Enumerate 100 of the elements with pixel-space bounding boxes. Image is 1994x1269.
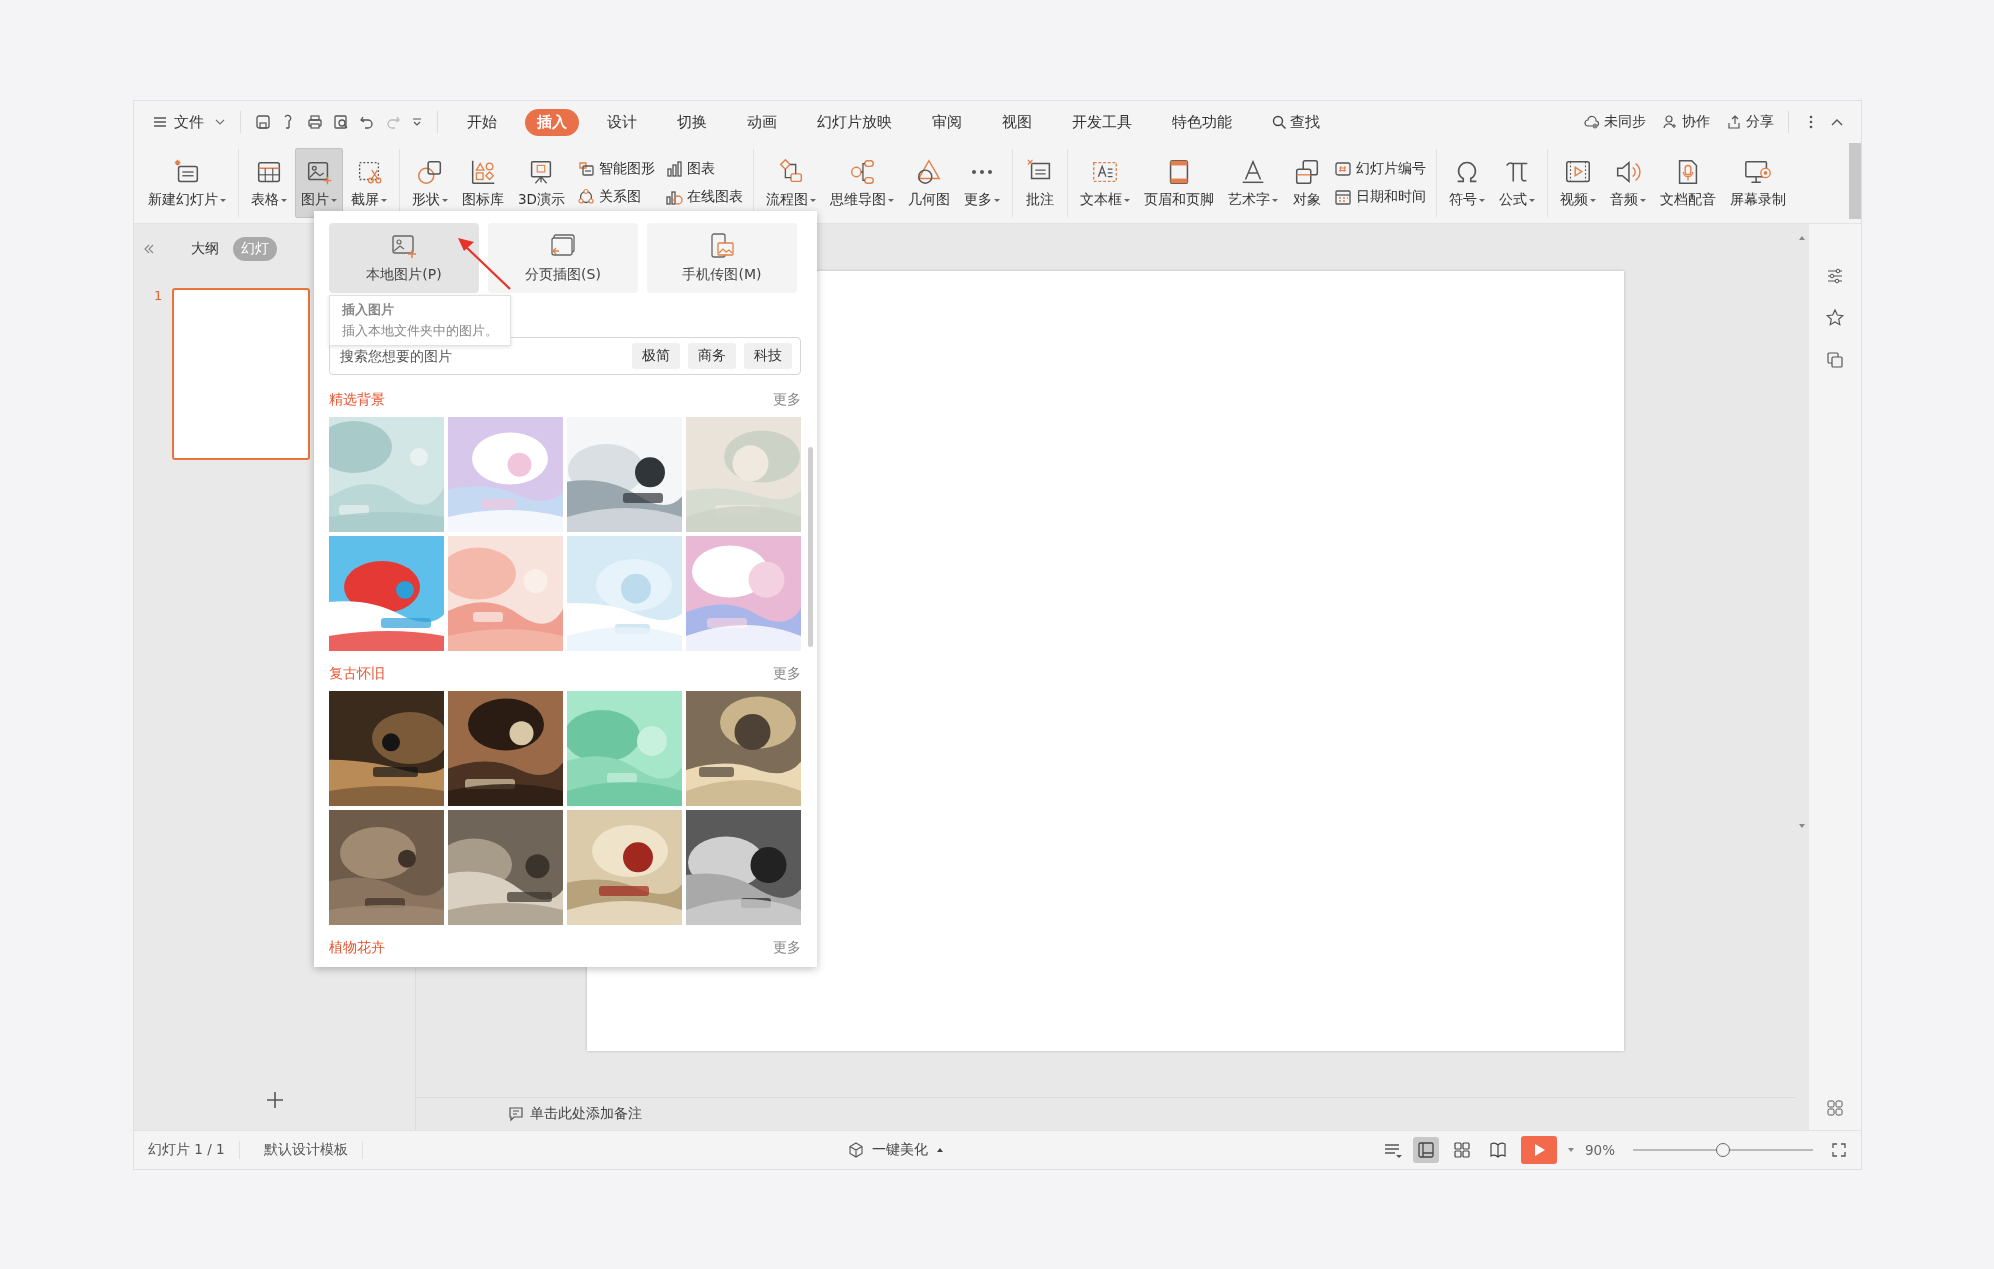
menu-tab[interactable]: 审阅 [920,108,974,136]
ribbon-button[interactable]: 新建幻灯片 [142,148,232,218]
search-button[interactable]: 查找 [1271,112,1320,132]
more-link[interactable]: 更多 [773,391,801,409]
play-button[interactable] [1521,1136,1557,1164]
file-menu[interactable]: 文件 [174,112,204,132]
menu-icon[interactable] [152,114,168,130]
share-button[interactable]: 分享 [1726,113,1774,131]
scroll-down-icon[interactable] [1798,822,1806,830]
bar-chart-icon [665,160,683,178]
ribbon-button[interactable]: 文本框 [1074,148,1136,218]
more-link[interactable]: 更多 [773,665,801,683]
beautify-button[interactable]: 一键美化 [848,1141,945,1159]
slide-number: 1 [154,288,163,303]
ribbon-button[interactable]: 对象 [1286,148,1328,218]
search-tag[interactable]: 商务 [688,343,736,369]
ribbon-button[interactable]: 符号 [1443,148,1491,218]
menu-tab[interactable]: 动画 [735,108,789,136]
sync-button[interactable]: 未同步 [1584,113,1646,131]
star-icon[interactable] [1825,308,1845,328]
search-icon [1271,114,1287,130]
zoom-level[interactable]: 90% [1585,1142,1615,1158]
normal-view-icon [1417,1141,1435,1159]
picture-option[interactable]: 手机传图(M) [647,223,797,293]
caret-icon[interactable] [1567,1146,1575,1154]
menu-tab[interactable]: 设计 [595,108,649,136]
ribbon-button[interactable]: 在线图表 [665,188,743,206]
settings-sliders-icon[interactable] [1825,266,1845,286]
ribbon-button[interactable]: 智能图形 [577,160,655,178]
ribbon-button[interactable]: 页眉和页脚 [1138,148,1220,218]
add-user-icon [1662,114,1678,130]
more-link[interactable]: 更多 [773,939,801,957]
ribbon-button[interactable]: 公式 [1493,148,1541,218]
ribbon-button[interactable]: 视频 [1554,148,1602,218]
grid-view-icon [1453,1141,1471,1159]
cube-icon [848,1142,865,1158]
search-tag[interactable]: 极简 [632,343,680,369]
ribbon-button[interactable]: 批注 [1019,148,1061,218]
add-slide-icon[interactable] [264,1090,285,1110]
share-icon [1726,114,1742,130]
ribbon-button[interactable]: 屏幕录制 [1724,148,1792,218]
ribbon-button[interactable]: 幻灯片编号 [1334,160,1426,178]
section-title: 精选背景 [329,391,385,409]
picture-search-field[interactable]: 搜索您想要的图片 极简 商务 科技 [329,337,801,375]
cycle-icon [577,188,595,206]
picture-option[interactable]: 本地图片(P) [329,223,479,293]
grid-icon[interactable] [1825,1098,1845,1118]
menu-tab[interactable]: 开发工具 [1060,108,1144,136]
search-tag[interactable]: 科技 [744,343,792,369]
menu-tab[interactable]: 切换 [665,108,719,136]
section-title: 复古怀旧 [329,665,385,683]
more-icon [971,169,993,175]
print-preview-icon[interactable] [333,114,349,130]
fit-window-icon[interactable] [1831,1142,1847,1158]
ribbon-button[interactable]: 文档配音 [1654,148,1722,218]
tooltip-text: 插入本地文件夹中的图片。 [342,322,498,340]
notes-placeholder[interactable]: 单击此处添加备注 [530,1105,642,1123]
normal-view-button[interactable] [1413,1137,1439,1163]
ribbon-button[interactable]: 音频 [1604,148,1652,218]
image-add-icon [390,232,418,260]
collaborate-button[interactable]: 协作 [1662,113,1710,131]
ribbon-button[interactable]: 图片 [295,148,343,218]
slide-thumbnail[interactable] [172,288,311,460]
menu-tab[interactable]: 特色功能 [1160,108,1244,136]
ribbon-button[interactable]: 日期和时间 [1334,188,1426,206]
menu-tab[interactable]: 幻灯片放映 [805,108,904,136]
ribbon-button[interactable]: 图表 [665,160,743,178]
section-title: 植物花卉 [329,939,385,957]
book-icon [1489,1141,1507,1159]
picture-option[interactable]: 分页插图(S) [488,223,638,293]
caret-icon [936,1146,945,1154]
print-icon[interactable] [307,114,323,130]
copy-icon[interactable] [1825,350,1845,370]
slide-counter: 幻灯片 1 / 1 [134,1141,240,1159]
ribbon-button[interactable]: 更多 [958,148,1006,218]
cloud-icon [1584,114,1600,130]
ribbon-button[interactable]: 思维导图 [824,148,900,218]
customize-icon[interactable] [411,116,423,128]
ribbon-button[interactable]: 图标库 [456,148,510,218]
smart-shape-icon [577,160,595,178]
calendar-icon [1334,188,1352,206]
ribbon-button[interactable]: 艺术字 [1222,148,1284,218]
menu-tab[interactable]: 开始 [455,108,509,136]
undo-icon[interactable] [359,114,375,130]
ribbon-button[interactable]: 表格 [245,148,293,218]
collapse-panel-icon[interactable] [143,243,155,255]
tooltip-title: 插入图片 [342,301,395,319]
online-chart-icon [665,188,683,206]
template-name[interactable]: 默认设计模板 [249,1141,363,1159]
ribbon-button[interactable]: 关系图 [577,188,655,206]
scrollbar-thumb[interactable] [808,447,813,647]
ribbon-button[interactable]: 几何图 [902,148,956,218]
panel-tab[interactable]: 大纲 [185,237,225,261]
scroll-up-icon[interactable] [1798,234,1806,242]
note-icon [508,1106,524,1122]
slide-number-icon [1334,160,1352,178]
save-icon[interactable] [255,114,271,130]
ribbon-button[interactable]: 3D演示 [512,148,571,218]
phone-image-icon [708,232,736,260]
menu-tab[interactable]: 视图 [990,108,1044,136]
